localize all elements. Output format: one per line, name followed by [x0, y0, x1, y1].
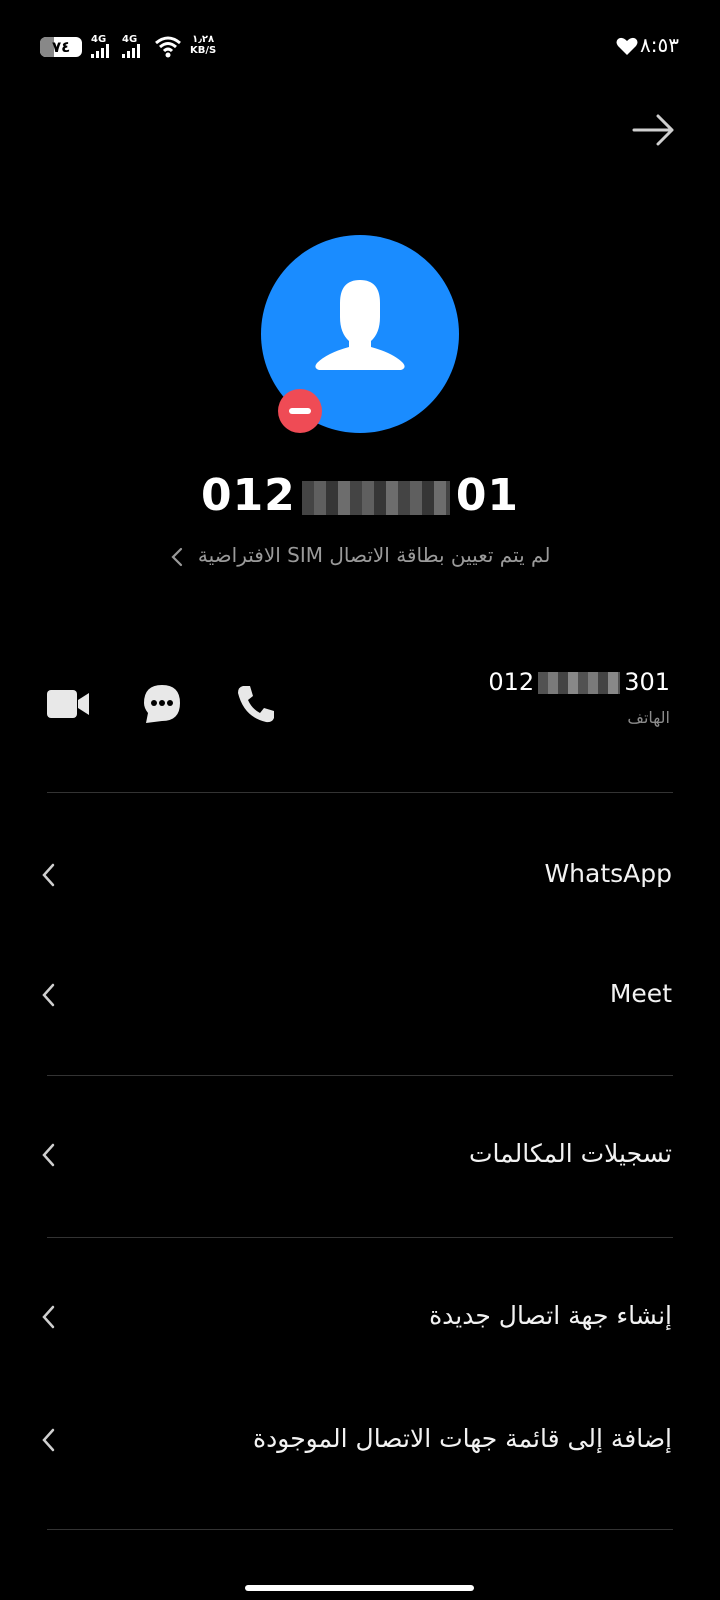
menu-item-call-recordings[interactable]: تسجيلات المكالمات	[0, 1125, 720, 1185]
message-icon[interactable]	[140, 682, 184, 726]
divider	[47, 1529, 673, 1530]
blocked-badge-icon	[278, 389, 322, 433]
home-indicator[interactable]	[245, 1585, 474, 1591]
clock: ٨:٥٣	[640, 33, 679, 57]
status-bar: ٧٤ 4G 4G ١٫٢٨ KB/S ٨:٥٣	[0, 0, 720, 90]
battery-icon: ٧٤	[40, 37, 82, 57]
menu-item-label: Meet	[609, 979, 672, 1008]
phone-prefix: 012	[488, 668, 535, 696]
menu-item-meet[interactable]: Meet	[0, 965, 720, 1025]
phone-number[interactable]: 012 301	[488, 668, 670, 696]
redacted-digits-small	[538, 672, 621, 694]
sim-notice-text: لم يتم تعيين بطاقة الاتصال SIM الافتراضي…	[197, 543, 551, 567]
menu-item-whatsapp[interactable]: WhatsApp	[0, 845, 720, 905]
chevron-left-icon	[42, 863, 55, 887]
menu-item-label: إضافة إلى قائمة جهات الاتصال الموجودة	[253, 1424, 672, 1453]
menu-item-add-to-existing[interactable]: إضافة إلى قائمة جهات الاتصال الموجودة	[0, 1410, 720, 1470]
menu-item-create-contact[interactable]: إنشاء جهة اتصال جديدة	[0, 1287, 720, 1347]
divider	[47, 1075, 673, 1076]
phone-suffix: 301	[624, 668, 670, 696]
chevron-left-icon	[42, 1305, 55, 1329]
redacted-digits	[301, 481, 450, 515]
chevron-left-icon	[42, 983, 55, 1007]
sim-notice[interactable]: لم يتم تعيين بطاقة الاتصال SIM الافتراضي…	[0, 543, 720, 567]
phone-icon[interactable]	[234, 682, 278, 726]
phone-type-label: الهاتف	[627, 708, 670, 727]
menu-item-label: تسجيلات المكالمات	[468, 1139, 672, 1168]
chevron-left-icon	[42, 1143, 55, 1167]
divider	[47, 792, 673, 793]
number-suffix: 01	[455, 470, 520, 521]
chevron-left-icon	[170, 547, 182, 566]
speed-unit: KB/S	[190, 45, 217, 56]
video-call-icon[interactable]	[46, 682, 90, 726]
menu-item-label: WhatsApp	[544, 859, 672, 888]
heart-icon	[616, 37, 638, 55]
signal-bars-1-icon	[91, 44, 109, 58]
contact-number: 012 01	[0, 470, 720, 521]
back-arrow-icon[interactable]	[630, 110, 678, 150]
battery-level: ٧٤	[52, 38, 71, 56]
speed-value: ١٫٢٨	[192, 34, 215, 45]
menu-item-label: إنشاء جهة اتصال جديدة	[429, 1301, 672, 1330]
number-prefix: 012	[200, 470, 296, 521]
network-speed: ١٫٢٨ KB/S	[190, 34, 216, 56]
chevron-left-icon	[42, 1428, 55, 1452]
divider	[47, 1237, 673, 1238]
wifi-icon	[155, 36, 181, 58]
signal-bars-2-icon	[122, 44, 140, 58]
